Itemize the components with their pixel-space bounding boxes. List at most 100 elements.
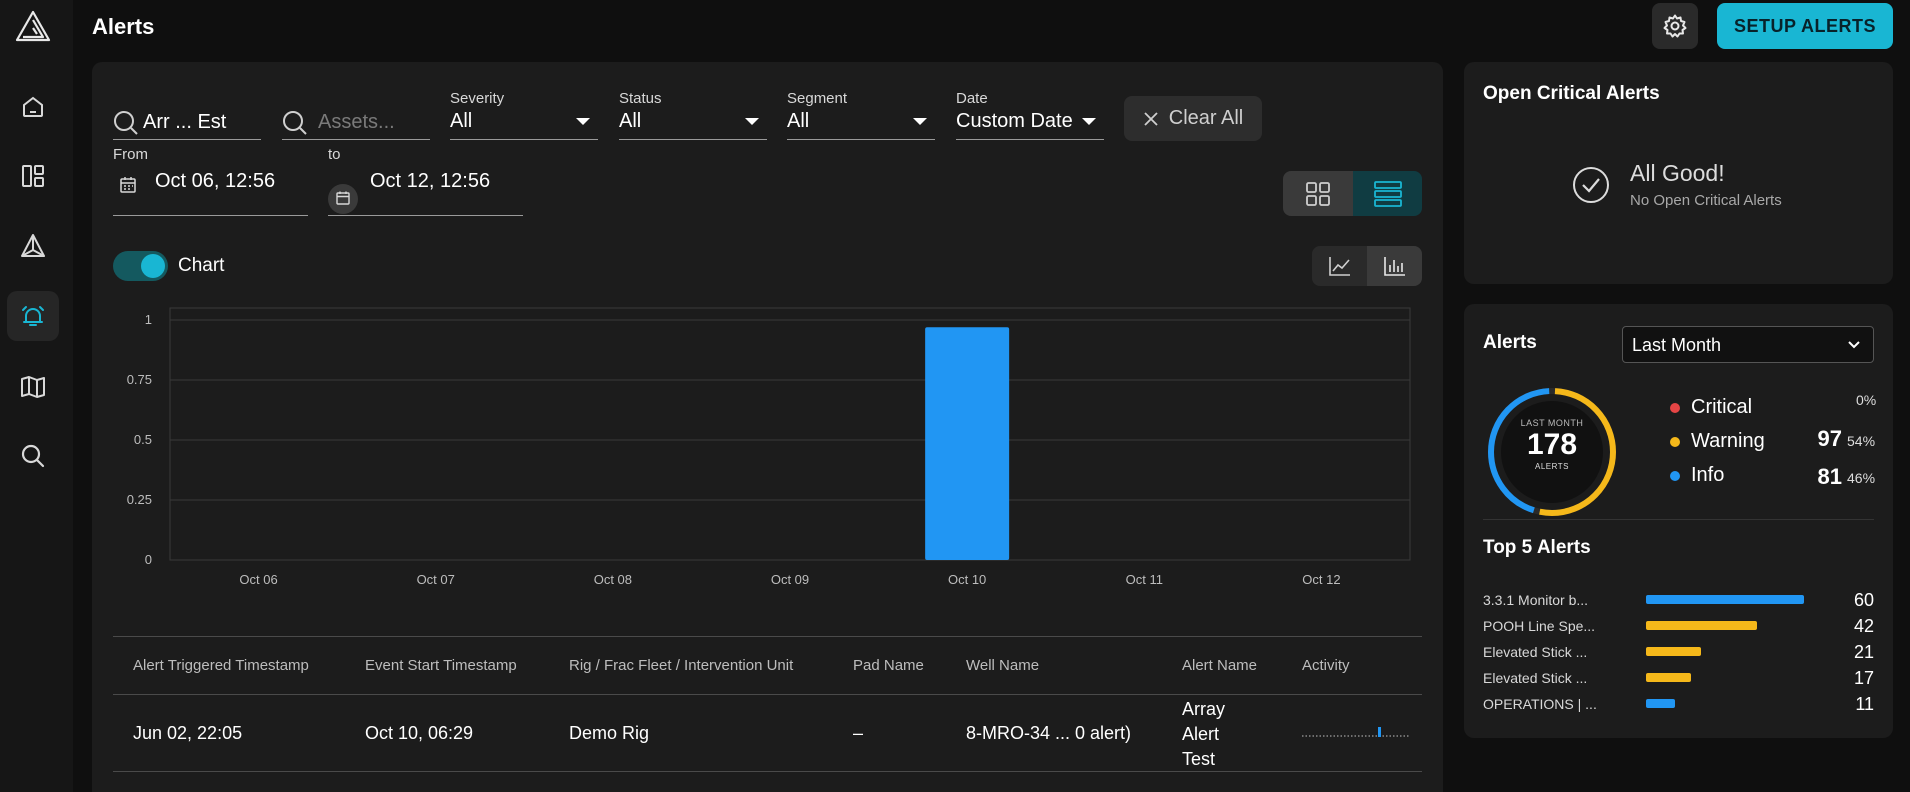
- setup-alerts-button[interactable]: SETUP ALERTS: [1717, 3, 1893, 49]
- top-alert-bar: [1646, 699, 1675, 708]
- top-alert-bar: [1646, 621, 1757, 630]
- top-alert-row[interactable]: 3.3.1 Monitor b... 60: [1483, 590, 1874, 610]
- legend-label: Critical: [1691, 396, 1753, 418]
- check-circle-icon: [1572, 166, 1610, 204]
- top-alert-name: Elevated Stick ...: [1483, 670, 1588, 686]
- status-select[interactable]: Status All: [619, 90, 767, 140]
- top-alert-count: 60: [1853, 590, 1874, 610]
- top-alert-row[interactable]: Elevated Stick ... 21: [1483, 642, 1874, 662]
- top-alert-row[interactable]: Elevated Stick ... 17: [1483, 668, 1874, 688]
- assets-search-input[interactable]: Assets...: [282, 104, 430, 140]
- x-tick-label: Oct 12: [1302, 572, 1340, 587]
- y-tick-label: 0.5: [134, 432, 152, 447]
- top-alert-bar: [1646, 647, 1702, 656]
- bar: [925, 327, 1010, 560]
- date-select[interactable]: Date Custom Date: [956, 90, 1104, 140]
- nav-search[interactable]: [7, 431, 59, 481]
- chevron-down-icon: [1848, 341, 1860, 349]
- plot-frame: [169, 307, 1411, 561]
- warning-pct: 54%: [1847, 433, 1876, 449]
- grid-view-button[interactable]: [1283, 171, 1353, 216]
- x-tick-label: Oct 10: [948, 572, 986, 587]
- nav-alerts[interactable]: [7, 291, 59, 341]
- nav-rigs[interactable]: [7, 221, 59, 271]
- top-alert-name: 3.3.1 Monitor b...: [1483, 592, 1589, 608]
- chart-toggle[interactable]: [113, 251, 168, 281]
- caret-down-icon: [1082, 118, 1096, 125]
- col-alert-triggered[interactable]: Alert Triggered Timestamp: [133, 657, 309, 674]
- top-alert-bar: [1646, 673, 1691, 682]
- line-chart-button[interactable]: [1312, 246, 1367, 286]
- nav-dashboard[interactable]: [7, 151, 59, 201]
- legend-info: Info: [1670, 464, 1724, 487]
- alert-search-input[interactable]: Arr ... Est: [113, 104, 261, 140]
- warning-count: 97: [1817, 426, 1842, 451]
- alerts-summary-title: Alerts: [1483, 332, 1537, 353]
- top-alert-name: Elevated Stick ...: [1483, 644, 1588, 660]
- col-well-name[interactable]: Well Name: [966, 657, 1039, 674]
- settings-button[interactable]: [1652, 3, 1698, 49]
- open-critical-title: Open Critical Alerts: [1483, 83, 1660, 104]
- bar-chart-button[interactable]: [1367, 246, 1422, 286]
- page-title: Alerts: [92, 14, 155, 39]
- y-tick-label: 1: [145, 312, 152, 327]
- search-icon: [21, 444, 45, 468]
- critical-dot: [1670, 402, 1680, 413]
- caret-down-icon: [913, 118, 927, 125]
- chart-toggle-label: Chart: [178, 255, 225, 276]
- period-select[interactable]: Last Month: [1622, 326, 1874, 363]
- segment-select[interactable]: Segment All: [787, 90, 935, 140]
- grid-icon: [1306, 181, 1330, 206]
- top-alert-row[interactable]: POOH Line Spe... 42: [1483, 616, 1874, 636]
- search-value: Arr ... Est: [143, 111, 227, 133]
- cell-event-start: Oct 10, 06:29: [365, 723, 474, 743]
- line-chart-icon: [1328, 257, 1350, 276]
- cell-well: 8-MRO-34 ... 0 alert): [966, 723, 1132, 743]
- assets-placeholder: Assets...: [318, 111, 395, 133]
- col-rig[interactable]: Rig / Frac Fleet / Intervention Unit: [569, 657, 793, 674]
- clear-all-button[interactable]: Clear All: [1124, 96, 1262, 141]
- rig-icon: [21, 234, 45, 257]
- from-date-field[interactable]: From Oct 06, 12:56: [113, 146, 308, 216]
- x-tick-label: Oct 08: [594, 572, 632, 587]
- col-pad-name[interactable]: Pad Name: [853, 657, 924, 674]
- warning-dot: [1670, 436, 1680, 447]
- status-label: Status: [619, 90, 662, 107]
- x-tick-label: Oct 06: [239, 572, 277, 587]
- top-alert-bar: [1646, 595, 1804, 604]
- search-icon: [283, 111, 307, 135]
- alerts-bar-chart: 0 0.25 0.5 0.75 1 Oct 06 Oct 07 Oct 08 Oct 09 Oct…: [127, 307, 1411, 587]
- col-event-start[interactable]: Event Start Timestamp: [365, 657, 517, 674]
- toggle-knob: [141, 254, 165, 278]
- sidebar: [0, 0, 73, 792]
- col-alert-name[interactable]: Alert Name: [1182, 657, 1257, 674]
- nav-home[interactable]: [7, 82, 59, 132]
- legend-critical: Critical: [1670, 396, 1752, 419]
- top-alert-count: 21: [1853, 642, 1874, 662]
- no-critical-text: No Open Critical Alerts: [1630, 192, 1782, 209]
- logo-icon[interactable]: [14, 8, 52, 46]
- top-alert-row[interactable]: OPERATIONS | ... 11: [1483, 694, 1874, 714]
- ring-caption-bottom: ALERTS: [1535, 462, 1569, 471]
- top-alert-count: 17: [1853, 668, 1874, 688]
- divider: [1483, 519, 1874, 520]
- ring-caption-top: LAST MONTH: [1520, 418, 1584, 428]
- search-icon: [114, 111, 138, 135]
- alerts-summary-panel: Alerts Last Month LAST MONTH 178 ALERTS …: [1464, 304, 1893, 738]
- dashboard-icon: [22, 165, 44, 187]
- nav-map[interactable]: [7, 362, 59, 412]
- status-value: All: [619, 110, 642, 132]
- close-icon: [1144, 111, 1158, 126]
- list-view-button[interactable]: [1353, 171, 1422, 216]
- table-row[interactable]: Jun 02, 22:05 Oct 10, 06:29 Demo Rig – 8…: [113, 695, 1422, 772]
- caret-down-icon: [576, 118, 590, 125]
- top5-title: Top 5 Alerts: [1483, 537, 1591, 558]
- y-tick-label: 0.25: [127, 492, 152, 507]
- severity-select[interactable]: Severity All: [450, 90, 598, 140]
- caret-down-icon: [745, 118, 759, 125]
- severity-value: All: [450, 110, 473, 132]
- to-label: to: [328, 146, 341, 163]
- col-activity: Activity: [1302, 657, 1350, 674]
- x-tick-label: Oct 11: [1126, 572, 1163, 587]
- to-date-field[interactable]: to Oct 12, 12:56: [328, 146, 523, 216]
